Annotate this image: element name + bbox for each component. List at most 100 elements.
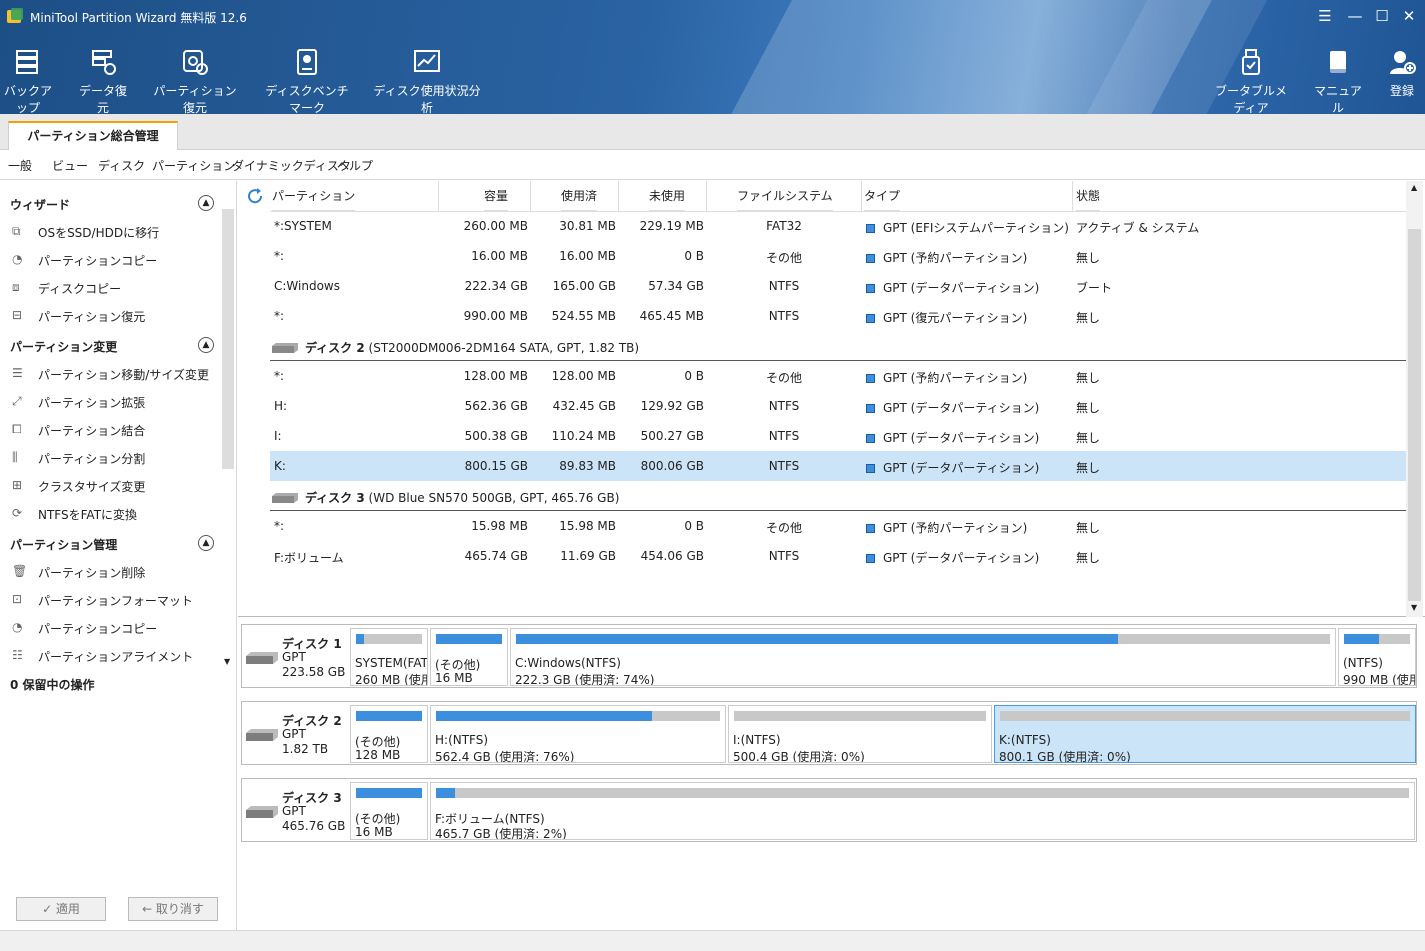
sidebar-item-partition-copy[interactable]: ◔ パーティションコピー	[12, 250, 157, 270]
partition-row[interactable]: *:SYSTEM 260.00 MB 30.81 MB 229.19 MB FAT32 G…	[270, 211, 1406, 241]
column-header-type[interactable]: タイプ	[864, 181, 901, 211]
sidebar-item-partition-recovery[interactable]: ⊟ パーティション復元	[12, 306, 145, 326]
partition-block[interactable]: (その他) 16 MB	[350, 782, 428, 840]
table-scrollbar[interactable]: ▲ ▼	[1406, 181, 1423, 617]
column-header-status[interactable]: 状態	[1076, 181, 1101, 211]
scroll-up-icon[interactable]: ▲	[1411, 183, 1417, 192]
partition-block[interactable]: (NTFS) 990 MB (使用	[1338, 628, 1416, 686]
sidebar-item-format[interactable]: ⊡ パーティションフォーマット	[12, 590, 193, 610]
sidebar-item-extend[interactable]: ⤢ パーティション拡張	[12, 392, 145, 412]
disk-map-row[interactable]: ディスク 1 GPT 223.58 GB SYSTEM(FAT3 260 MB (使用(…	[241, 624, 1417, 688]
disk-size: 1.82 TB	[282, 742, 329, 756]
cell-filesystem: その他	[765, 251, 802, 265]
toolbar-backup-button[interactable]: バックアップ	[0, 48, 56, 114]
disk-type: GPT	[282, 727, 306, 741]
partition-row[interactable]: *: 990.00 MB 524.55 MB 465.45 MB NTFS GPT (復元…	[270, 301, 1406, 331]
sidebar-item-split[interactable]: ⫼ パーティション分割	[12, 448, 145, 468]
partition-row[interactable]: *: 128.00 MB 128.00 MB 0 B その他 GPT (予約パーティション…	[270, 361, 1406, 391]
sidebar-item-label: パーティション復元	[38, 309, 146, 324]
partition-block[interactable]: F:ボリューム(NTFS) 465.7 GB (使用済: 2%)	[430, 782, 1415, 840]
menu-dynamic-disk[interactable]: ダイナミックディスク	[232, 157, 351, 174]
sidebar-item-align[interactable]: ☷ パーティションアライメント	[12, 646, 193, 666]
partition-row[interactable]: *: 15.98 MB 15.98 MB 0 B その他 GPT (予約パーティション) 無…	[270, 511, 1406, 541]
toolbar-bootable-media-button[interactable]: ブータブルメディア	[1209, 48, 1293, 114]
column-header-capacity[interactable]: 容量	[484, 181, 509, 211]
column-header-filesystem[interactable]: ファイルシステム	[737, 181, 833, 211]
menu-help[interactable]: ヘルプ	[337, 157, 373, 174]
partition-row[interactable]: F:ボリューム 465.74 GB 11.69 GB 454.06 GB NTFS GPT…	[270, 541, 1406, 571]
disk-info[interactable]: ディスク 1 GPT 223.58 GB	[242, 625, 350, 687]
menu-partition[interactable]: パーティション	[152, 157, 235, 174]
sidebar-item-label: パーティションコピー	[38, 621, 158, 636]
toolbar-partition-recovery-button[interactable]: パーティション復元	[151, 48, 239, 114]
partition-block[interactable]: I:(NTFS) 500.4 GB (使用済: 0%)	[728, 705, 992, 763]
cell-filesystem: NTFS	[768, 399, 800, 413]
apply-button[interactable]: ✓ 適用	[16, 897, 106, 921]
partition-block[interactable]: H:(NTFS) 562.4 GB (使用済: 76%)	[430, 705, 726, 763]
sidebar-item-migrate-os[interactable]: ⧉ OSをSSD/HDDに移行	[12, 222, 159, 242]
sidebar-item-partition-copy-2[interactable]: ◔ パーティションコピー	[12, 618, 157, 638]
scroll-down-icon[interactable]: ▼	[1411, 603, 1417, 612]
disk-header-row[interactable]: ディスク 3 (WD Blue SN570 500GB, GPT, 465.76…	[270, 481, 1406, 511]
cell-type-label: GPT (データパーティション)	[883, 431, 1040, 445]
partition-block[interactable]: K:(NTFS) 800.1 GB (使用済: 0%)	[994, 705, 1416, 763]
partition-row[interactable]: I: 500.38 GB 110.24 MB 500.27 GB NTFS GPT (デー…	[270, 421, 1406, 451]
cell-type: GPT (予約パーティション)	[866, 249, 1027, 266]
cell-unused: 454.06 GB	[640, 549, 704, 563]
partition-row[interactable]: K: 800.15 GB 89.83 MB 800.06 GB NTFS GPT (データ…	[270, 451, 1406, 481]
toolbar-data-recovery-button[interactable]: データ復元	[74, 48, 132, 114]
sidebar-item-label: パーティション結合	[38, 423, 146, 438]
toolbar-label: ディスク使用状況分析	[373, 84, 481, 114]
cell-unused: 129.92 GB	[640, 399, 704, 413]
cell-partition: C:Windows	[274, 279, 340, 293]
minimize-button[interactable]: —	[1342, 5, 1368, 27]
menu-button[interactable]: ☰	[1312, 5, 1338, 27]
sidebar-item-delete[interactable]: 🗑 パーティション削除	[12, 562, 145, 582]
sidebar-item-merge[interactable]: ⧠ パーティション結合	[12, 420, 145, 440]
collapse-icon[interactable]: ▲	[198, 535, 214, 551]
undo-button[interactable]: ← 取り消す	[128, 897, 218, 921]
column-header-partition[interactable]: パーティション	[272, 181, 356, 211]
sidebar-item-move-resize[interactable]: ☰ パーティション移動/サイズ変更	[12, 364, 209, 384]
toolbar-register-button[interactable]: 登録	[1385, 48, 1419, 99]
tab-partition-management[interactable]: パーティション総合管理	[8, 121, 178, 150]
disk-info[interactable]: ディスク 2 GPT 1.82 TB	[242, 702, 350, 764]
usage-bar-fill	[436, 711, 652, 721]
align-icon: ☷	[12, 648, 23, 662]
sidebar-scroll-thumb[interactable]	[222, 209, 234, 469]
collapse-icon[interactable]: ▲	[198, 337, 214, 353]
disk-info[interactable]: ディスク 3 GPT 465.76 GB	[242, 779, 350, 841]
partition-row[interactable]: C:Windows 222.34 GB 165.00 GB 57.34 GB NTFS G…	[270, 271, 1406, 301]
column-header-used[interactable]: 使用済	[561, 181, 598, 211]
menu-disk[interactable]: ディスク	[98, 157, 145, 174]
collapse-icon[interactable]: ▲	[198, 195, 214, 211]
close-button[interactable]: ✕	[1396, 5, 1422, 27]
maximize-button[interactable]: ☐	[1369, 5, 1395, 27]
sidebar-item-disk-copy[interactable]: ⧈ ディスクコピー	[12, 278, 121, 298]
refresh-icon[interactable]	[246, 187, 264, 205]
disk-usage-icon	[414, 50, 440, 72]
toolbar-manual-button[interactable]: マニュアル	[1313, 48, 1363, 114]
sidebar-item-convert-ntfs-fat[interactable]: ⟳ NTFSをFATに変換	[12, 504, 137, 524]
disk-header-row[interactable]: ディスク 2 (ST2000DM006-2DM164 SATA, GPT, 1.…	[270, 331, 1406, 361]
partition-block[interactable]: (その他) 128 MB	[350, 705, 428, 763]
partition-row[interactable]: *: 16.00 MB 16.00 MB 0 B その他 GPT (予約パーティション) 無…	[270, 241, 1406, 271]
sidebar-section-title: ウィザード	[10, 198, 71, 212]
sidebar-item-label: パーティション削除	[38, 565, 146, 580]
partition-row[interactable]: H: 562.36 GB 432.45 GB 129.92 GB NTFS GPT (デー…	[270, 391, 1406, 421]
toolbar-disk-benchmark-button[interactable]: ディスクベンチマーク	[260, 48, 354, 114]
cell-filesystem: その他	[765, 371, 802, 385]
sidebar-item-cluster-size[interactable]: ⊞ クラスタサイズ変更	[12, 476, 145, 496]
column-header-unused[interactable]: 未使用	[649, 181, 686, 211]
partition-block[interactable]: (その他) 16 MB	[430, 628, 508, 686]
scroll-down-icon[interactable]: ▼	[224, 657, 230, 666]
cell-type: GPT (予約パーティション)	[866, 519, 1027, 536]
partition-block[interactable]: SYSTEM(FAT3 260 MB (使用	[350, 628, 428, 686]
menu-view[interactable]: ビュー	[52, 157, 88, 174]
toolbar-disk-usage-button[interactable]: ディスク使用状況分析	[373, 48, 481, 114]
disk-map-row[interactable]: ディスク 3 GPT 465.76 GB (その他) 16 MB F:ボリューム(NTFS…	[241, 778, 1417, 842]
table-scroll-thumb[interactable]	[1408, 229, 1421, 601]
menu-general[interactable]: 一般	[8, 157, 32, 174]
partition-block[interactable]: C:Windows(NTFS) 222.3 GB (使用済: 74%)	[510, 628, 1336, 686]
disk-map-row[interactable]: ディスク 2 GPT 1.82 TB (その他) 128 MB H:(NTFS) 562.4…	[241, 701, 1417, 765]
